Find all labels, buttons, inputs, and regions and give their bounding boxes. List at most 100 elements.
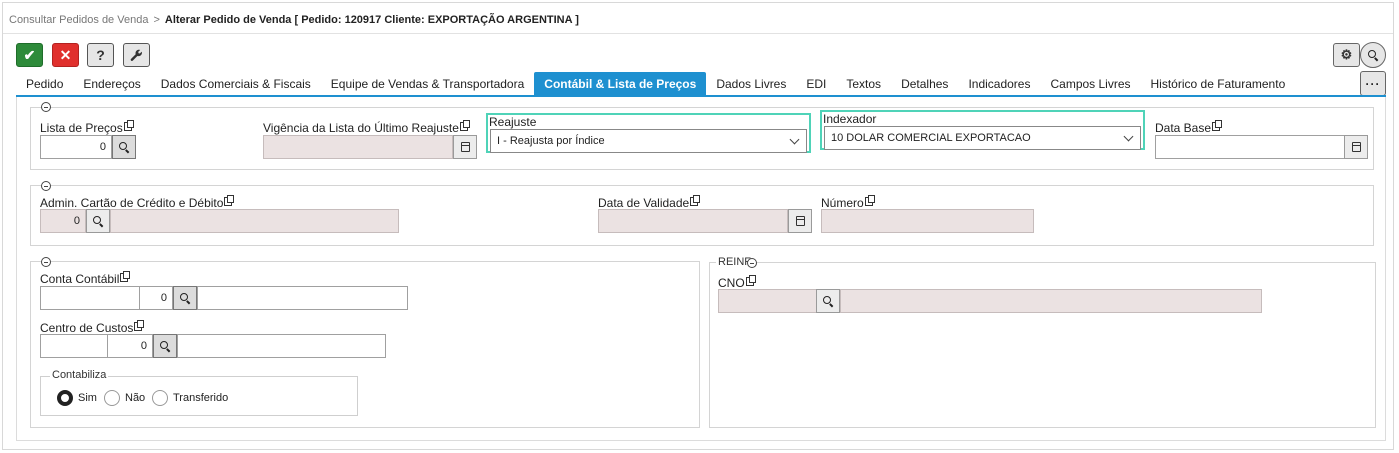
tab-textos[interactable]: Textos	[836, 72, 891, 96]
copy-icon[interactable]	[459, 120, 470, 131]
cno-input	[718, 289, 817, 313]
vigencia-calendar-button[interactable]	[453, 135, 477, 159]
centro-custos-input[interactable]: 0	[107, 334, 153, 358]
copy-icon[interactable]	[864, 195, 875, 206]
collapse-icon[interactable]	[747, 258, 757, 268]
tab-edi[interactable]: EDI	[796, 72, 836, 96]
admin-cartao-input: 0	[40, 209, 86, 233]
radio-empty-icon	[104, 390, 120, 406]
data-base-label: Data Base	[1155, 120, 1223, 135]
copy-icon[interactable]	[745, 275, 756, 286]
reajuste-label: Reajuste	[489, 115, 537, 129]
search-icon	[160, 341, 170, 351]
page-frame: Consultar Pedidos de Venda > Alterar Pedid…	[2, 2, 1394, 450]
section-reinf: REINF CNO	[709, 256, 1376, 428]
conta-contabil-label: Conta Contábil	[40, 271, 131, 286]
section-payment: Admin. Cartão de Crédito e Débito 0 Data…	[30, 181, 1374, 246]
more-options-button[interactable]: ···	[1360, 71, 1386, 96]
data-validade-label: Data de Validade	[598, 195, 701, 210]
radio-transferido[interactable]: Transferido	[152, 390, 228, 406]
tab-contabil-lista-precos[interactable]: Contábil & Lista de Preços	[534, 72, 707, 96]
breadcrumb: Consultar Pedidos de Venda > Alterar Pedid…	[9, 14, 579, 26]
tab-indicadores[interactable]: Indicadores	[958, 72, 1040, 96]
radio-sim[interactable]: Sim	[57, 390, 97, 406]
indexador-select[interactable]: 10 DOLAR COMERCIAL EXPORTACAO	[824, 126, 1141, 150]
tab-dados-comerciais[interactable]: Dados Comerciais & Fiscais	[151, 72, 321, 96]
tab-enderecos[interactable]: Endereços	[73, 72, 150, 96]
settings-button[interactable]: ⚙	[1333, 43, 1360, 67]
copy-icon[interactable]	[123, 120, 134, 131]
numero-input	[821, 209, 1034, 233]
copy-icon[interactable]	[690, 195, 701, 206]
page-title: Alterar Pedido de Venda [ Pedido: 120917…	[164, 14, 579, 26]
reajuste-field: Reajuste I - Reajusta por Índice	[486, 113, 811, 153]
cancel-button[interactable]: ✕	[52, 43, 79, 67]
data-base-calendar-button[interactable]	[1344, 135, 1368, 159]
admin-cartao-description	[110, 209, 399, 233]
tab-detalhes[interactable]: Detalhes	[891, 72, 958, 96]
centro-custos-code-input[interactable]	[40, 334, 108, 358]
lista-precos-search-button[interactable]	[112, 135, 136, 159]
tools-button[interactable]	[123, 43, 150, 67]
indexador-label: Indexador	[823, 112, 877, 126]
radio-empty-icon	[152, 390, 168, 406]
tab-equipe-vendas[interactable]: Equipe de Vendas & Transportadora	[321, 72, 534, 96]
more-icon: ···	[1365, 76, 1381, 91]
copy-icon[interactable]	[120, 271, 131, 282]
calendar-icon	[795, 216, 805, 226]
conta-contabil-search-button[interactable]	[173, 286, 197, 310]
copy-icon[interactable]	[1212, 120, 1223, 131]
tab-pedido[interactable]: Pedido	[16, 72, 73, 96]
help-button[interactable]: ?	[87, 43, 114, 67]
conta-contabil-input[interactable]: 0	[139, 286, 173, 310]
search-icon	[119, 142, 129, 152]
indexador-field: Indexador 10 DOLAR COMERCIAL EXPORTACAO	[820, 110, 1145, 150]
lista-precos-input[interactable]: 0	[40, 135, 112, 159]
copy-icon[interactable]	[134, 320, 145, 331]
data-validade-calendar-button[interactable]	[788, 209, 812, 233]
copy-icon[interactable]	[224, 195, 235, 206]
conta-contabil-code-input[interactable]	[40, 286, 140, 310]
reajuste-select[interactable]: I - Reajusta por Índice	[490, 129, 807, 153]
calendar-icon	[460, 142, 470, 152]
confirm-button[interactable]: ✔	[16, 43, 43, 67]
section-pricing: Lista de Preços 0 Vigência da Lista do Ú…	[30, 102, 1374, 170]
tab-campos-livres[interactable]: Campos Livres	[1040, 72, 1140, 96]
centro-custos-search-button[interactable]	[153, 334, 177, 358]
vigencia-label: Vigência da Lista do Último Reajuste	[263, 120, 470, 135]
lista-precos-label: Lista de Preços	[40, 120, 134, 135]
close-icon: ✕	[59, 46, 72, 63]
breadcrumb-parent-link[interactable]: Consultar Pedidos de Venda	[9, 14, 148, 26]
tab-content: Lista de Preços 0 Vigência da Lista do Ú…	[16, 97, 1386, 441]
tab-bar: Pedido Endereços Dados Comerciais & Fisc…	[16, 72, 1295, 96]
tab-dados-livres[interactable]: Dados Livres	[706, 72, 796, 96]
radio-transferido-label: Transferido	[173, 392, 229, 404]
numero-label: Número	[821, 195, 875, 210]
data-base-input[interactable]	[1155, 135, 1345, 159]
data-validade-input	[598, 209, 788, 233]
radio-selected-icon	[57, 390, 73, 406]
contabiliza-group: Contabiliza Sim Não Transferido	[40, 369, 358, 416]
conta-contabil-description[interactable]	[197, 286, 408, 310]
cno-label: CNO	[718, 275, 756, 290]
collapse-icon[interactable]	[41, 102, 51, 112]
gear-icon: ⚙	[1340, 47, 1353, 62]
wrench-icon	[130, 49, 142, 61]
radio-nao[interactable]: Não	[104, 390, 145, 406]
vigencia-input	[263, 135, 453, 159]
collapse-icon[interactable]	[41, 257, 51, 267]
cno-search-button[interactable]	[816, 289, 840, 313]
tab-historico-faturamento[interactable]: Histórico de Faturamento	[1141, 72, 1296, 96]
contabiliza-legend: Contabiliza	[50, 369, 109, 381]
check-icon: ✔	[23, 46, 36, 63]
search-button[interactable]	[1360, 42, 1386, 68]
collapse-icon[interactable]	[41, 181, 51, 191]
admin-cartao-search-button[interactable]	[86, 209, 110, 233]
search-icon	[1368, 50, 1378, 60]
centro-custos-description[interactable]	[177, 334, 386, 358]
reajuste-value: I - Reajusta por Índice	[497, 135, 605, 147]
radio-nao-label: Não	[125, 392, 146, 404]
header-divider	[3, 33, 1393, 34]
breadcrumb-separator: >	[153, 14, 160, 26]
calendar-icon	[1351, 142, 1361, 152]
